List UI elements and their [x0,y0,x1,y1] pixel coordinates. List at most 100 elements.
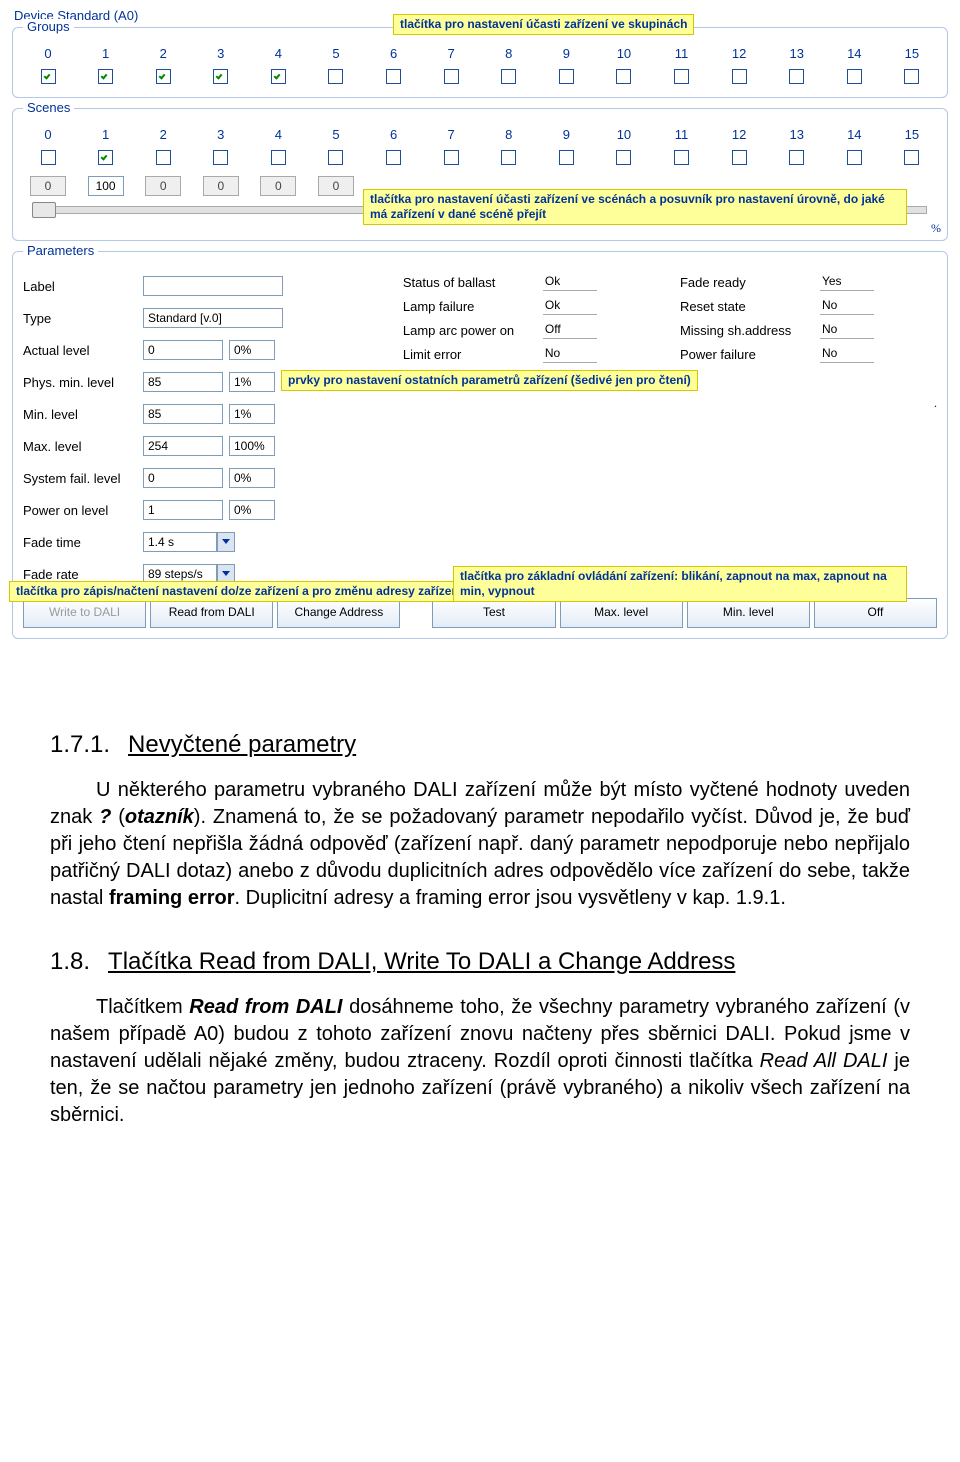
scene-value-input[interactable]: 0 [145,176,181,196]
group-checkbox[interactable] [386,69,401,84]
param-label-type: Type [23,311,143,326]
param-label-min: Min. level [23,407,143,422]
col-number: 15 [887,127,937,142]
group-checkbox[interactable] [156,69,171,84]
group-checkbox[interactable] [847,69,862,84]
off-button[interactable]: Off [814,598,937,628]
scene-checkbox[interactable] [444,150,459,165]
param-input-type[interactable]: Standard [v.0] [143,308,283,328]
status-val-reset: No [820,298,874,315]
group-checkbox[interactable] [213,69,228,84]
col-number: 10 [599,127,649,142]
parameters-legend: Parameters [23,243,98,258]
group-checkbox[interactable] [271,69,286,84]
col-number: 7 [426,46,476,61]
scene-checkbox[interactable] [559,150,574,165]
scene-value-input[interactable]: 0 [260,176,296,196]
scene-value-input[interactable]: 100 [88,176,124,196]
scenes-checks-row [23,150,937,168]
col-number: 12 [714,127,764,142]
col-number: 0 [23,46,73,61]
col-number: 13 [772,46,822,61]
groups-groupbox: Groups tlačítka pro nastavení účasti zař… [12,27,948,98]
slider-thumb-icon[interactable] [32,202,56,218]
paragraph-18: Tlačítkem Read from DALI dosáhneme toho,… [50,994,910,1129]
param-input-fadetime[interactable]: 1.4 s [143,532,217,552]
param-input-label[interactable] [143,276,283,296]
col-number: 13 [772,127,822,142]
scene-checkbox[interactable] [904,150,919,165]
param-input-min[interactable]: 85 [143,404,223,424]
param-input-poweron[interactable]: 1 [143,500,223,520]
group-checkbox[interactable] [559,69,574,84]
group-checkbox[interactable] [904,69,919,84]
scene-value-input[interactable]: 0 [30,176,66,196]
scene-value-input[interactable]: 0 [318,176,354,196]
scene-value-input[interactable]: 0 [203,176,239,196]
param-pct-physmin: 1% [229,372,275,392]
param-input-sysfail[interactable]: 0 [143,468,223,488]
col-number: 11 [657,46,707,61]
scene-checkbox[interactable] [41,150,56,165]
scene-checkbox[interactable] [674,150,689,165]
param-label-faderate: Fade rate [23,567,143,582]
write-to-dali-button[interactable]: Write to DALI [23,598,146,628]
group-checkbox[interactable] [674,69,689,84]
scene-checkbox[interactable] [732,150,747,165]
group-checkbox[interactable] [501,69,516,84]
group-checkbox[interactable] [444,69,459,84]
col-number: 2 [138,46,188,61]
scene-checkbox[interactable] [156,150,171,165]
col-number: 15 [887,46,937,61]
col-number: 0 [23,127,73,142]
max-level-button[interactable]: Max. level [560,598,683,628]
param-input-max[interactable]: 254 [143,436,223,456]
scenes-legend: Scenes [23,100,74,115]
min-level-button[interactable]: Min. level [687,598,810,628]
group-checkbox[interactable] [616,69,631,84]
param-label-poweron: Power on level [23,503,143,518]
scene-checkbox[interactable] [386,150,401,165]
right-buttons-callout: tlačítka pro základní ovládání zařízení:… [453,566,907,602]
scene-checkbox[interactable] [98,150,113,165]
group-checkbox[interactable] [732,69,747,84]
test-button[interactable]: Test [432,598,555,628]
status-val-missing: No [820,322,874,339]
status-label-limit: Limit error [403,347,543,362]
scene-checkbox[interactable] [271,150,286,165]
scene-checkbox[interactable] [213,150,228,165]
param-pct-max: 100% [229,436,275,456]
col-number: 10 [599,46,649,61]
scene-checkbox[interactable] [847,150,862,165]
col-number: 1 [81,46,131,61]
param-label-physmin: Phys. min. level [23,375,143,390]
col-number: 8 [484,46,534,61]
scene-checkbox[interactable] [616,150,631,165]
group-checkbox[interactable] [98,69,113,84]
scene-checkbox[interactable] [328,150,343,165]
param-pct-sysfail: 0% [229,468,275,488]
col-number: 4 [253,46,303,61]
group-checkbox[interactable] [328,69,343,84]
col-number: 4 [253,127,303,142]
group-checkbox[interactable] [41,69,56,84]
group-checkbox[interactable] [789,69,804,84]
groups-legend: Groups [23,19,74,34]
status-label-lampfail: Lamp failure [403,299,543,314]
param-input-actual[interactable]: 0 [143,340,223,360]
parameters-groupbox: Parameters Label TypeStandard [v.0] Actu… [12,251,948,639]
param-input-physmin[interactable]: 85 [143,372,223,392]
col-number: 7 [426,127,476,142]
read-from-dali-button[interactable]: Read from DALI [150,598,273,628]
change-address-button[interactable]: Change Address [277,598,400,628]
col-number: 11 [657,127,707,142]
col-number: 5 [311,127,361,142]
left-buttons-callout: tlačítka pro zápis/načtení nastavení do/… [9,581,469,602]
status-val-ballast: Ok [543,274,597,291]
groups-callout: tlačítka pro nastavení účasti zařízení v… [393,14,694,35]
dropdown-arrow-icon[interactable] [217,532,235,552]
heading-171: 1.7.1.Nevyčtené parametry [50,731,910,759]
scene-checkbox[interactable] [789,150,804,165]
groups-checks-row [23,69,937,87]
scene-checkbox[interactable] [501,150,516,165]
